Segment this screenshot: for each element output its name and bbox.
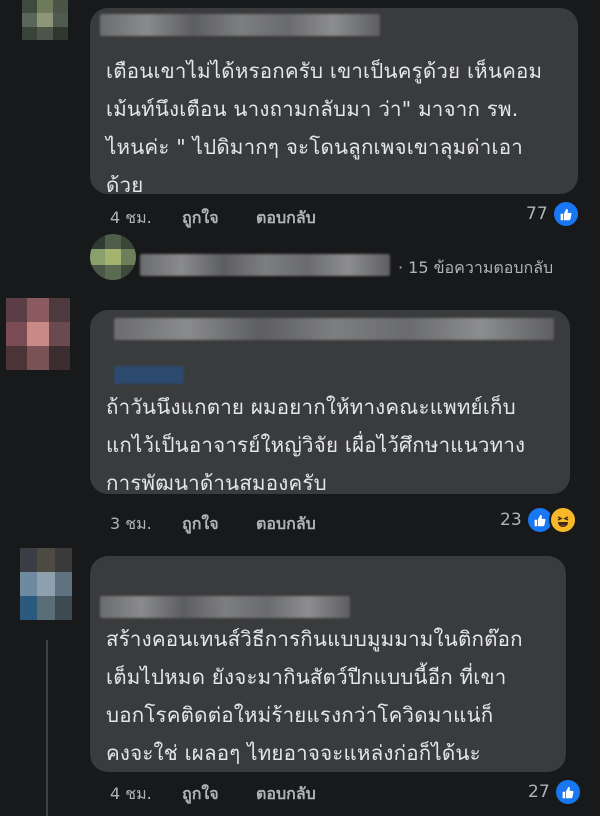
comment-time[interactable]: 4 ชม. (110, 206, 180, 231)
comment-actions: 4 ชม. ถูกใจ ตอบกลับ (110, 206, 316, 231)
comment-actions: 3 ชม. ถูกใจ ตอบกลับ (110, 512, 316, 537)
comment-bubble: เตือนเขาไม่ได้หรอกครับ เขาเป็นครูด้วย เห… (90, 8, 578, 197)
reaction-count: 27 (528, 782, 550, 802)
reaction-summary[interactable]: 23 (500, 506, 577, 534)
comment-time[interactable]: 4 ชม. (110, 782, 180, 807)
comment-bubble: ถ้าวันนึงแกตาย ผมอยากให้ทางคณะแพทย์เก็บ … (90, 310, 570, 495)
comment-text: สร้างคอนเทนส์วิธีการกินแบบมูมมามในติกต๊อ… (106, 627, 523, 765)
comment-text: ถ้าวันนึงแกตาย ผมอยากให้ทางคณะแพทย์เก็บ … (106, 395, 526, 495)
avatar[interactable] (20, 548, 72, 620)
like-icon (553, 778, 582, 806)
reaction-count: 77 (526, 204, 548, 224)
commenter-name-redacted[interactable] (114, 318, 554, 340)
view-replies-link[interactable]: · 15 ข้อความตอบกลับ (398, 256, 553, 281)
like-button[interactable]: ถูกใจ (182, 512, 256, 537)
reaction-summary[interactable]: 77 (526, 200, 580, 228)
thread-line (46, 640, 48, 816)
comment-bubble: สร้างคอนเทนส์วิธีการกินแบบมูมมามในติกต๊อ… (90, 556, 566, 772)
reply-button[interactable]: ตอบกลับ (256, 206, 316, 231)
comment-actions: 4 ชม. ถูกใจ ตอบกลับ (110, 782, 316, 807)
avatar[interactable] (6, 298, 70, 370)
commenter-badge-redacted (114, 366, 184, 384)
like-button[interactable]: ถูกใจ (182, 206, 256, 231)
like-icon (551, 200, 580, 228)
reaction-summary[interactable]: 27 (528, 778, 582, 806)
reply-name-redacted[interactable] (140, 254, 390, 276)
like-button[interactable]: ถูกใจ (182, 782, 256, 807)
comment-text: เตือนเขาไม่ได้หรอกครับ เขาเป็นครูด้วย เห… (106, 59, 543, 197)
commenter-name-redacted[interactable] (100, 14, 380, 36)
reaction-count: 23 (500, 510, 522, 530)
commenter-name-redacted[interactable] (100, 596, 350, 618)
reply-avatar[interactable] (90, 234, 136, 280)
comment-time[interactable]: 3 ชม. (110, 512, 180, 537)
haha-icon (548, 506, 577, 534)
reply-button[interactable]: ตอบกลับ (256, 782, 316, 807)
reply-button[interactable]: ตอบกลับ (256, 512, 316, 537)
avatar[interactable] (22, 0, 68, 40)
